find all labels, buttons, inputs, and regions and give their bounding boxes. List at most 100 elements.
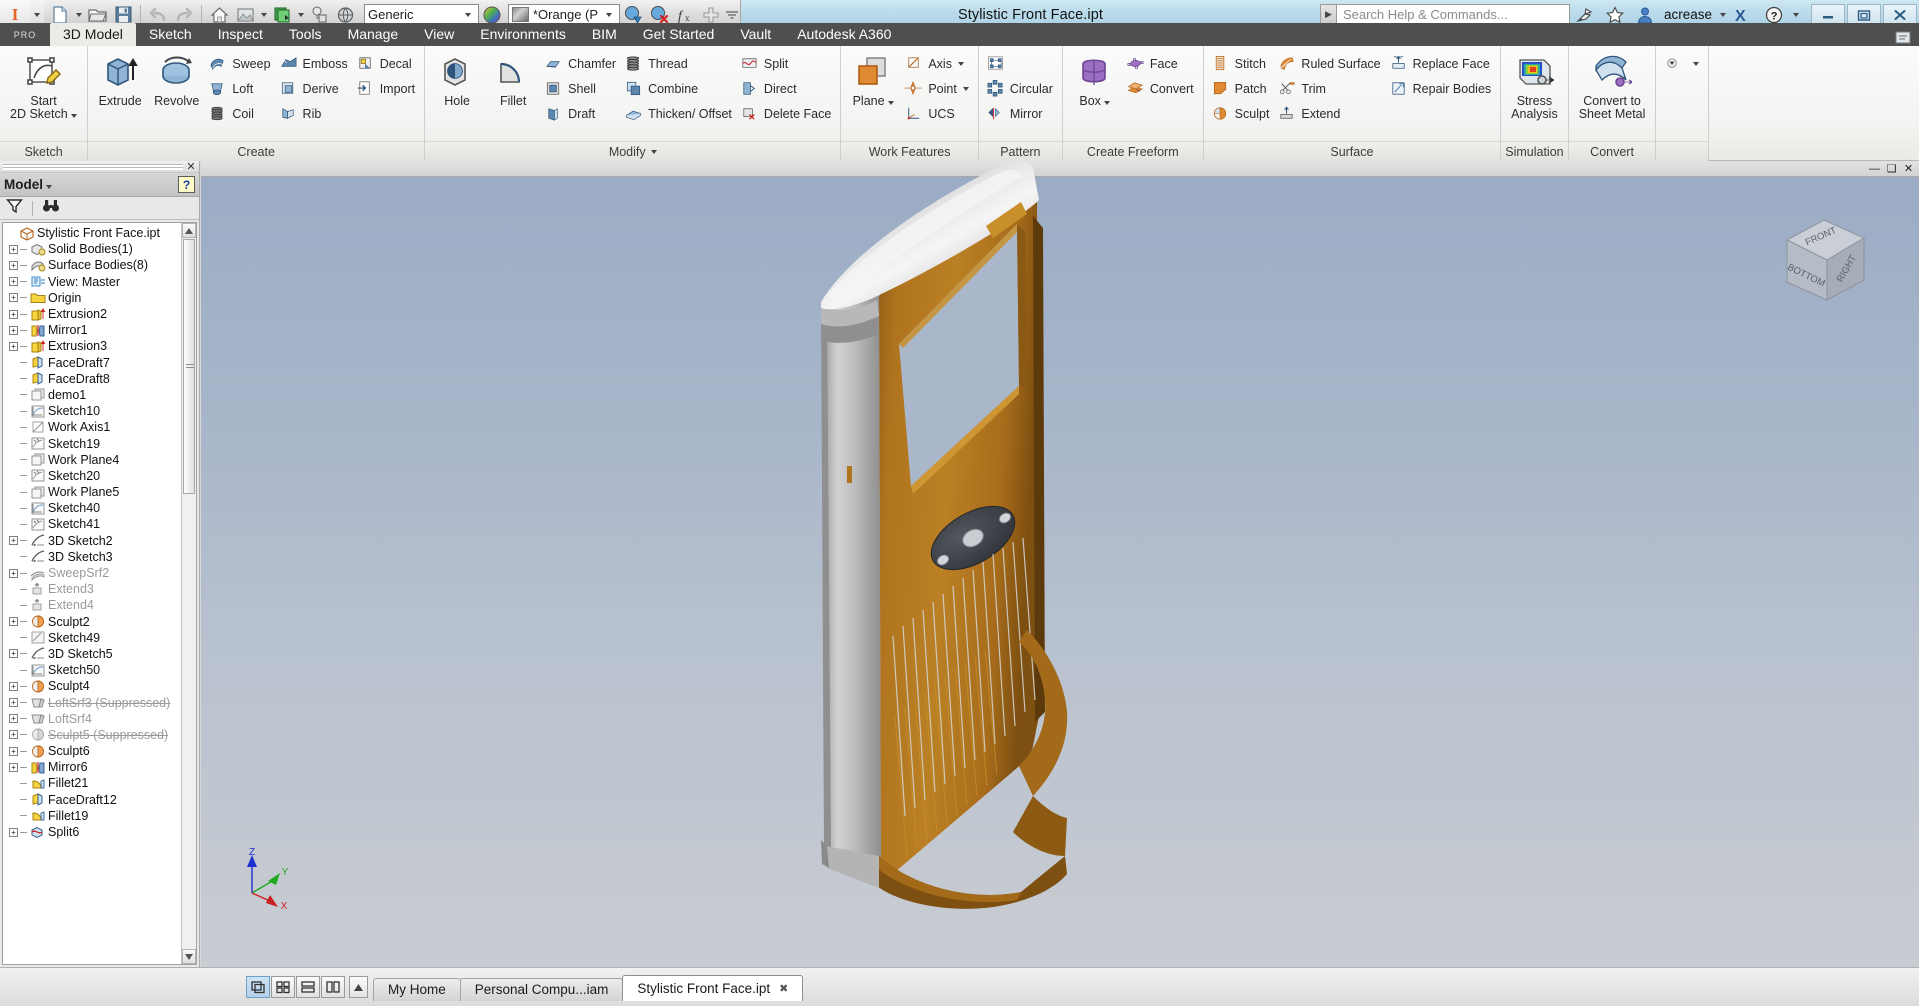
tree-node[interactable]: + LoftSrf4 [5, 711, 196, 727]
tree-node[interactable]: +3D Sketch2 [5, 533, 196, 549]
tree-node[interactable]: Extend3 [5, 581, 196, 597]
tree-node[interactable]: + Origin [5, 290, 196, 306]
tree-node[interactable]: + Extrusion3 [5, 338, 196, 354]
tree-node[interactable]: + LoftSrf3 (Suppressed) [5, 694, 196, 710]
expand-node-icon[interactable]: + [7, 241, 20, 257]
expand-node-icon[interactable]: + [7, 759, 20, 775]
graphics-viewport[interactable]: — ❏ ✕ FRONT BOTTOM RIGHT Z Y X [201, 161, 1919, 967]
tree-node[interactable]: Sketch41 [5, 516, 196, 532]
tree-scrollbar[interactable] [181, 223, 196, 964]
ribbon-tab-sketch[interactable]: Sketch [136, 23, 205, 46]
button-thicken-offset[interactable]: Thicken/ Offset [621, 101, 737, 126]
expand-node-icon[interactable]: + [7, 533, 20, 549]
funnel-filter-icon[interactable] [5, 198, 24, 219]
tile-vertical-button[interactable] [321, 976, 345, 998]
expand-node-icon[interactable]: + [7, 678, 20, 694]
button-thread[interactable]: Thread [621, 51, 737, 76]
ribbon-display-options-button[interactable] [1895, 30, 1919, 46]
tree-node[interactable]: + Sculpt4 [5, 678, 196, 694]
tree-node[interactable]: Fillet19 [5, 808, 196, 824]
button-emboss[interactable]: Emboss [276, 51, 353, 76]
tree-node[interactable]: + Surface Bodies(8) [5, 257, 196, 273]
close-icon[interactable]: ✕ [183, 161, 199, 173]
tree-node[interactable]: 3D Sketch3 [5, 549, 196, 565]
button-decal[interactable]: Decal [353, 51, 420, 76]
scroll-down-button[interactable] [182, 949, 196, 964]
button-extend[interactable]: Extend [1274, 101, 1385, 126]
tree-node[interactable]: demo1 [5, 387, 196, 403]
button-split[interactable]: Split [737, 51, 836, 76]
cascade-windows-button[interactable] [246, 976, 270, 998]
search-input[interactable]: Search Help & Commands... [1335, 4, 1570, 25]
search-expand-button[interactable]: ▶ [1319, 4, 1336, 25]
chevron-down-icon[interactable] [1693, 61, 1700, 66]
viewport-restore-button[interactable]: ❏ [1884, 162, 1899, 176]
close-tab-icon[interactable]: ✖ [779, 982, 788, 995]
button-shell[interactable]: Shell [541, 76, 621, 101]
tree-node[interactable]: + SweepSrf2 [5, 565, 196, 581]
scrollbar-thumb[interactable] [183, 239, 195, 494]
expand-node-icon[interactable]: + [7, 565, 20, 581]
button-trim[interactable]: Trim [1274, 76, 1385, 101]
button-box[interactable]: Box [1067, 50, 1123, 110]
button-convert-to-sheet-metal[interactable]: Convert to Sheet Metal [1573, 50, 1652, 123]
expand-node-icon[interactable]: + [7, 322, 20, 338]
tree-node[interactable]: FaceDraft7 [5, 355, 196, 371]
chevron-down-icon[interactable] [957, 61, 964, 66]
model-tree[interactable]: Stylistic Front Face.ipt + Solid Bodies(1)… [2, 222, 197, 965]
expand-node-icon[interactable]: + [7, 338, 20, 354]
ribbon-tab-vault[interactable]: Vault [727, 23, 784, 46]
expand-node-icon[interactable]: + [7, 614, 20, 630]
tree-node[interactable]: +3D Sketch5 [5, 646, 196, 662]
ribbon-tab-get-started[interactable]: Get Started [630, 23, 728, 46]
button-derive[interactable]: Derive [276, 76, 353, 101]
tree-node[interactable]: + View: Master [5, 274, 196, 290]
ribbon-tab-tools[interactable]: Tools [276, 23, 335, 46]
tree-node[interactable]: Sketch10 [5, 403, 196, 419]
expand-node-icon[interactable]: + [7, 306, 20, 322]
button-stress-analysis[interactable]: Stress Analysis [1505, 50, 1564, 123]
tree-node[interactable]: + Solid Bodies(1) [5, 241, 196, 257]
viewport-close-button[interactable]: ✕ [1901, 162, 1916, 176]
chevron-down-icon[interactable] [71, 114, 78, 118]
tree-node[interactable]: Work Plane5 [5, 484, 196, 500]
button-ucs[interactable]: UCS [901, 101, 974, 126]
document-tab[interactable]: Stylistic Front Face.ipt ✖ [622, 974, 804, 1001]
tree-node[interactable]: + Sculpt5 (Suppressed) [5, 727, 196, 743]
document-tab[interactable]: Personal Compu...iam [459, 977, 624, 1001]
button-loft[interactable]: Loft [205, 76, 275, 101]
tree-node[interactable]: + Mirror6 [5, 759, 196, 775]
button-ruled-surface[interactable]: Ruled Surface [1274, 51, 1385, 76]
button-combine[interactable]: Combine [621, 76, 737, 101]
expand-node-icon[interactable]: + [7, 257, 20, 273]
tree-node[interactable]: FaceDraft12 [5, 792, 196, 808]
ribbon-tab-environments[interactable]: Environments [467, 23, 579, 46]
button-point[interactable]: Point [901, 76, 974, 101]
button-axis[interactable]: Axis [901, 51, 974, 76]
button-hole[interactable]: Hole [429, 50, 485, 110]
button-revolve[interactable]: Revolve [148, 50, 205, 110]
ribbon-tab-3d-model[interactable]: 3D Model [50, 23, 136, 46]
tree-node[interactable]: Work Plane4 [5, 452, 196, 468]
button-panel-overflow[interactable] [1660, 51, 1704, 76]
close-window-button[interactable] [1883, 4, 1917, 25]
expand-node-icon[interactable]: + [7, 290, 20, 306]
button-mirror[interactable]: Mirror [983, 101, 1058, 126]
ribbon-tab-autodesk-a360[interactable]: Autodesk A360 [784, 23, 904, 46]
tile-windows-button[interactable] [271, 976, 295, 998]
tree-node[interactable]: Sketch40 [5, 500, 196, 516]
tree-node[interactable]: Fillet21 [5, 775, 196, 791]
binoculars-find-icon[interactable] [42, 198, 60, 219]
tree-node[interactable]: + Sculpt6 [5, 743, 196, 759]
button-patch[interactable]: Patch [1208, 76, 1275, 101]
expand-node-icon[interactable]: + [7, 824, 20, 840]
viewport-minimize-button[interactable]: — [1867, 162, 1882, 176]
user-menu-dropdown[interactable] [1716, 12, 1729, 17]
button-extrude[interactable]: Extrude [92, 50, 148, 110]
tile-horizontal-button[interactable] [296, 976, 320, 998]
tree-node[interactable]: Sketch49 [5, 630, 196, 646]
tree-node[interactable]: FaceDraft8 [5, 371, 196, 387]
expand-node-icon[interactable]: + [7, 646, 20, 662]
tree-node[interactable]: Stylistic Front Face.ipt [5, 225, 196, 241]
scroll-up-button[interactable] [182, 223, 196, 238]
